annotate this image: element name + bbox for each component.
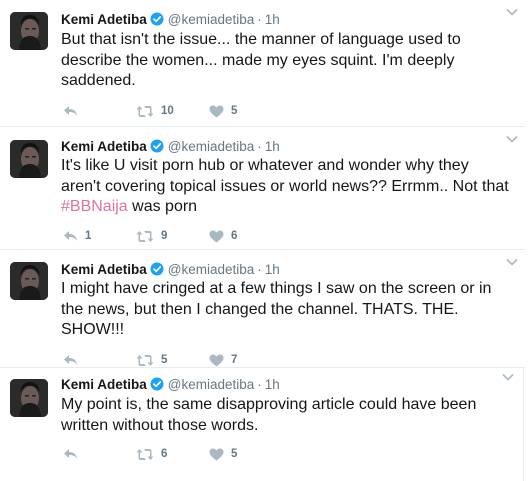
retweet-icon (136, 105, 154, 118)
chevron-down-icon[interactable] (506, 130, 518, 148)
retweet-icon (136, 448, 154, 461)
tweet-text-tail: was porn (127, 198, 198, 215)
reply-icon (63, 105, 78, 118)
chevron-down-icon[interactable] (502, 368, 514, 386)
retweet-icon (136, 354, 154, 367)
verified-badge-icon (150, 12, 164, 31)
like-count: 7 (231, 354, 238, 366)
tweet-text: My point is, the same disapproving artic… (61, 395, 509, 436)
reply-button[interactable]: 1 (63, 228, 91, 244)
like-count: 5 (231, 448, 238, 460)
hashtag-link[interactable]: #BBNaija (61, 198, 128, 215)
retweet-count: 10 (161, 105, 174, 117)
tweet-header: Kemi Adetiba @kemiadetiba · 1h (61, 261, 280, 279)
separator-dot: · (257, 262, 262, 277)
tweet-text: I might have cringed at a few things I s… (61, 279, 509, 341)
tweet-text-body: I might have cringed at a few things I s… (61, 280, 492, 338)
like-count: 5 (231, 105, 238, 117)
author-handle[interactable]: @kemiadetiba (168, 12, 255, 27)
tweet[interactable]: Kemi Adetiba @kemiadetiba · 1h But that isn… (0, 0, 531, 126)
heart-icon (209, 105, 224, 118)
heart-icon (209, 354, 224, 367)
reply-count: 1 (85, 230, 92, 242)
tweet-header: Kemi Adetiba @kemiadetiba · 1h (61, 138, 280, 156)
author-name[interactable]: Kemi Adetiba (61, 12, 147, 27)
reply-icon (63, 354, 78, 367)
retweet-button[interactable]: 6 (136, 446, 167, 462)
like-button[interactable]: 5 (209, 103, 237, 119)
tweet-header: Kemi Adetiba @kemiadetiba · 1h (61, 376, 280, 394)
author-name[interactable]: Kemi Adetiba (61, 262, 147, 277)
avatar[interactable] (10, 379, 48, 417)
timeline-border (523, 368, 524, 481)
author-handle[interactable]: @kemiadetiba (168, 139, 255, 154)
separator-dot: · (257, 377, 262, 392)
chevron-down-icon[interactable] (506, 253, 518, 271)
tweet-text-body: My point is, the same disapproving artic… (61, 396, 477, 434)
author-name[interactable]: Kemi Adetiba (61, 377, 147, 392)
timestamp[interactable]: 1h (265, 377, 280, 392)
author-name[interactable]: Kemi Adetiba (61, 139, 147, 154)
verified-badge-icon (150, 377, 164, 396)
retweet-button[interactable]: 5 (136, 352, 167, 368)
author-handle[interactable]: @kemiadetiba (168, 377, 255, 392)
tweet[interactable]: Kemi Adetiba @kemiadetiba · 1h I might have… (0, 250, 531, 367)
like-button[interactable]: 5 (209, 446, 237, 462)
reply-button[interactable] (63, 103, 85, 119)
chevron-down-icon[interactable] (506, 3, 518, 21)
avatar[interactable] (10, 12, 48, 50)
retweet-icon (136, 230, 154, 243)
tweet-text: It's like U visit porn hub or whatever a… (61, 156, 509, 218)
heart-icon (209, 230, 224, 243)
heart-icon (209, 448, 224, 461)
author-handle[interactable]: @kemiadetiba (168, 262, 255, 277)
reply-icon (63, 230, 78, 243)
reply-button[interactable] (63, 446, 85, 462)
separator-dot: · (257, 12, 262, 27)
avatar[interactable] (10, 140, 48, 178)
timestamp[interactable]: 1h (265, 12, 280, 27)
retweet-button[interactable]: 9 (136, 228, 167, 244)
tweet-text-body: It's like U visit porn hub or whatever a… (61, 157, 509, 195)
tweet-text: But that isn't the issue... the manner o… (61, 30, 509, 92)
retweet-button[interactable]: 10 (136, 103, 174, 119)
tweet[interactable]: Kemi Adetiba @kemiadetiba · 1h It's like U … (0, 127, 531, 249)
like-button[interactable]: 7 (209, 352, 237, 368)
timestamp[interactable]: 1h (265, 139, 280, 154)
tweet-header: Kemi Adetiba @kemiadetiba · 1h (61, 11, 280, 29)
reply-button[interactable] (63, 352, 85, 368)
avatar[interactable] (10, 262, 48, 300)
reply-icon (63, 448, 78, 461)
timestamp[interactable]: 1h (265, 262, 280, 277)
retweet-count: 9 (161, 230, 168, 242)
tweet-text-body: But that isn't the issue... the manner o… (61, 31, 461, 89)
retweet-count: 6 (161, 448, 168, 460)
tweet[interactable]: Kemi Adetiba @kemiadetiba · 1h My point is,… (0, 368, 531, 481)
separator-dot: · (257, 139, 262, 154)
like-count: 6 (231, 230, 238, 242)
retweet-count: 5 (161, 354, 168, 366)
like-button[interactable]: 6 (209, 228, 237, 244)
